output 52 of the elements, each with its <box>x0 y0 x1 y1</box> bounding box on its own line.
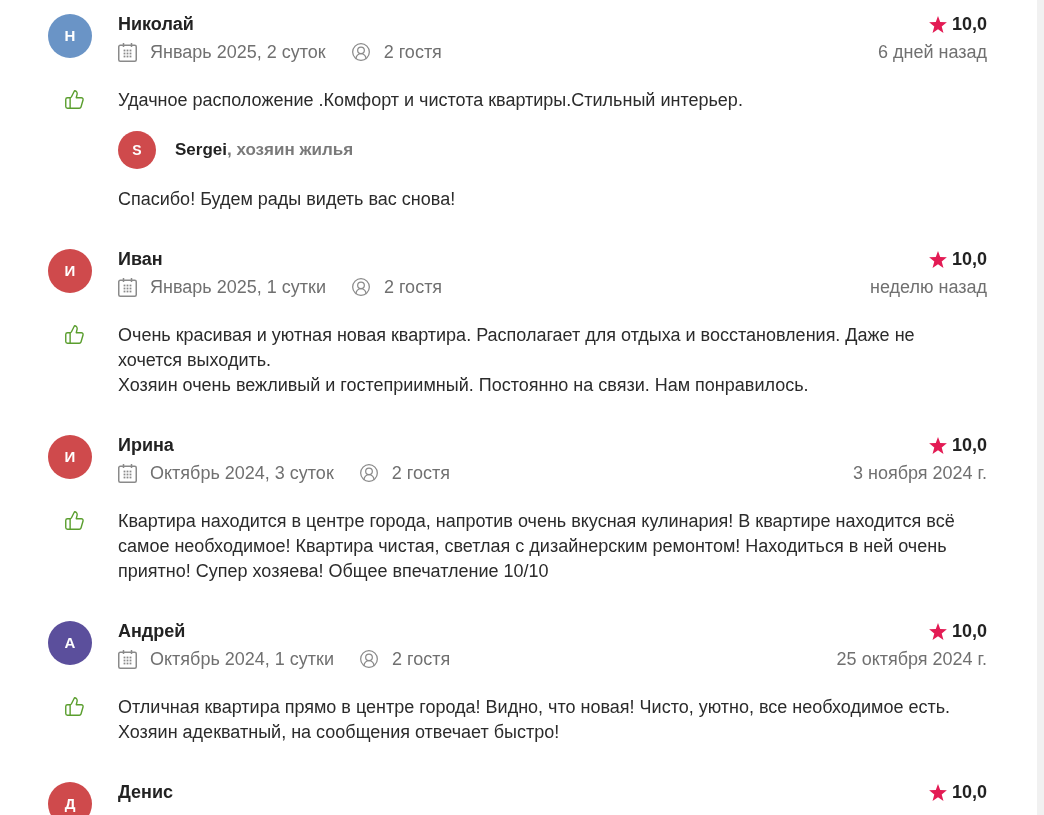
rating-score: 10,0 <box>951 13 987 36</box>
rating-score: 10,0 <box>951 781 987 804</box>
stay-dates: Октябрь 2024, 3 суток <box>150 462 334 485</box>
review-date: 3 ноября 2024 г. <box>853 462 987 485</box>
guest-icon <box>350 42 371 62</box>
thumbs-up-icon <box>64 324 85 345</box>
review-text: Отличная квартира прямо в центре города! Видно, что новая! Чисто, уютно, все необходимое есть. Хозяин адекватный, на сообщения отвечает быстро! <box>118 696 952 744</box>
guest-count: 2 гостя <box>383 41 442 64</box>
stay-dates: Январь 2025, 1 сутки <box>150 276 326 299</box>
reviewer-name: Андрей <box>118 620 186 643</box>
avatar: Д <box>48 782 92 815</box>
avatar: И <box>48 249 92 293</box>
guest-icon <box>359 649 379 669</box>
calendar-icon <box>118 649 137 669</box>
guest-count: 2 гостя <box>383 276 443 299</box>
reviewer-name: Иван <box>118 248 163 271</box>
review-date: неделю назад <box>870 276 987 299</box>
star-icon <box>928 15 947 33</box>
stay-dates: Январь 2025, 2 суток <box>150 41 326 64</box>
rating-score: 10,0 <box>951 434 987 457</box>
reviewer-name: Николай <box>118 13 194 36</box>
avatar: Н <box>48 14 92 58</box>
review-text: Квартира находится в центре города, напротив очень вкусная кулинария! В квартире находится всё самое необходимое! Квартира чистая, светлая с дизайнерским ремонтом! Находиться в ней очень приятно! Супер хозяева! Общее впечатление 10/10 <box>118 510 956 583</box>
review-text: Очень красивая и уютная новая квартира. Располагает для отдыха и восстановления. Даже не хочется выходить. Хозяин очень вежливый и гостеприимный. Постоянно на связи. Нам понравилось. <box>118 324 916 397</box>
star-icon <box>928 783 947 801</box>
thumbs-up-icon <box>64 510 85 531</box>
review-date: 6 дней назад <box>877 41 987 64</box>
host-name: Sergei <box>175 139 227 162</box>
host-reply-text: Спасибо! Будем рады видеть вас снова! <box>118 188 457 211</box>
review-date: 25 октября 2024 г. <box>836 648 987 671</box>
star-icon <box>928 436 947 454</box>
guest-count: 2 гостя <box>391 462 450 485</box>
guest-icon <box>358 463 379 483</box>
rating-score: 10,0 <box>951 248 987 271</box>
avatar: И <box>48 435 92 479</box>
reviewer-name: Денис <box>118 781 173 804</box>
guest-icon <box>350 277 371 297</box>
thumbs-up-icon <box>64 89 85 110</box>
host-label: , хозяин жилья <box>227 139 354 162</box>
avatar: А <box>48 621 92 665</box>
calendar-icon <box>118 277 137 297</box>
stay-dates: Октябрь 2024, 1 сутки <box>150 648 334 671</box>
calendar-icon <box>118 463 137 483</box>
star-icon <box>928 622 947 640</box>
star-icon <box>928 250 947 268</box>
review-text: Удачное расположение .Комфорт и чистота квартиры.Стильный интерьер. <box>118 89 744 112</box>
calendar-icon <box>118 42 137 62</box>
guest-count: 2 гостя <box>392 648 451 671</box>
rating-score: 10,0 <box>951 620 987 643</box>
reviewer-name: Ирина <box>118 434 174 457</box>
avatar: S <box>118 131 156 169</box>
thumbs-up-icon <box>64 696 85 717</box>
